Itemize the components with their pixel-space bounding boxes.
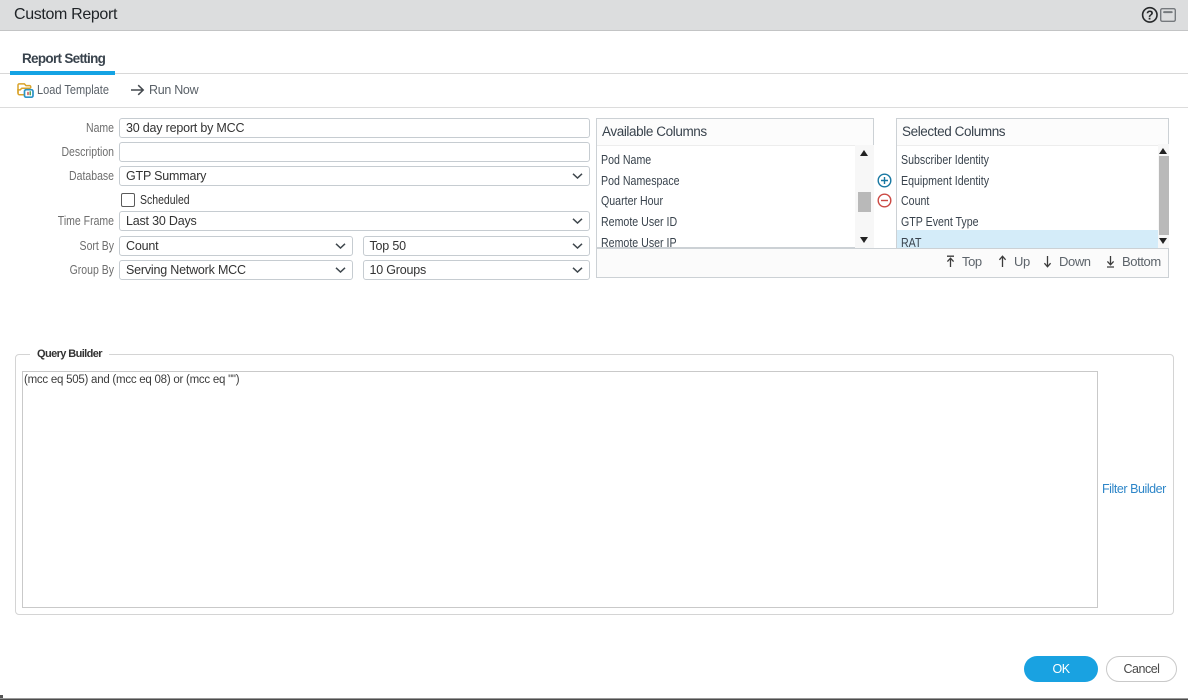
svg-text:?: ? [1146, 9, 1154, 23]
